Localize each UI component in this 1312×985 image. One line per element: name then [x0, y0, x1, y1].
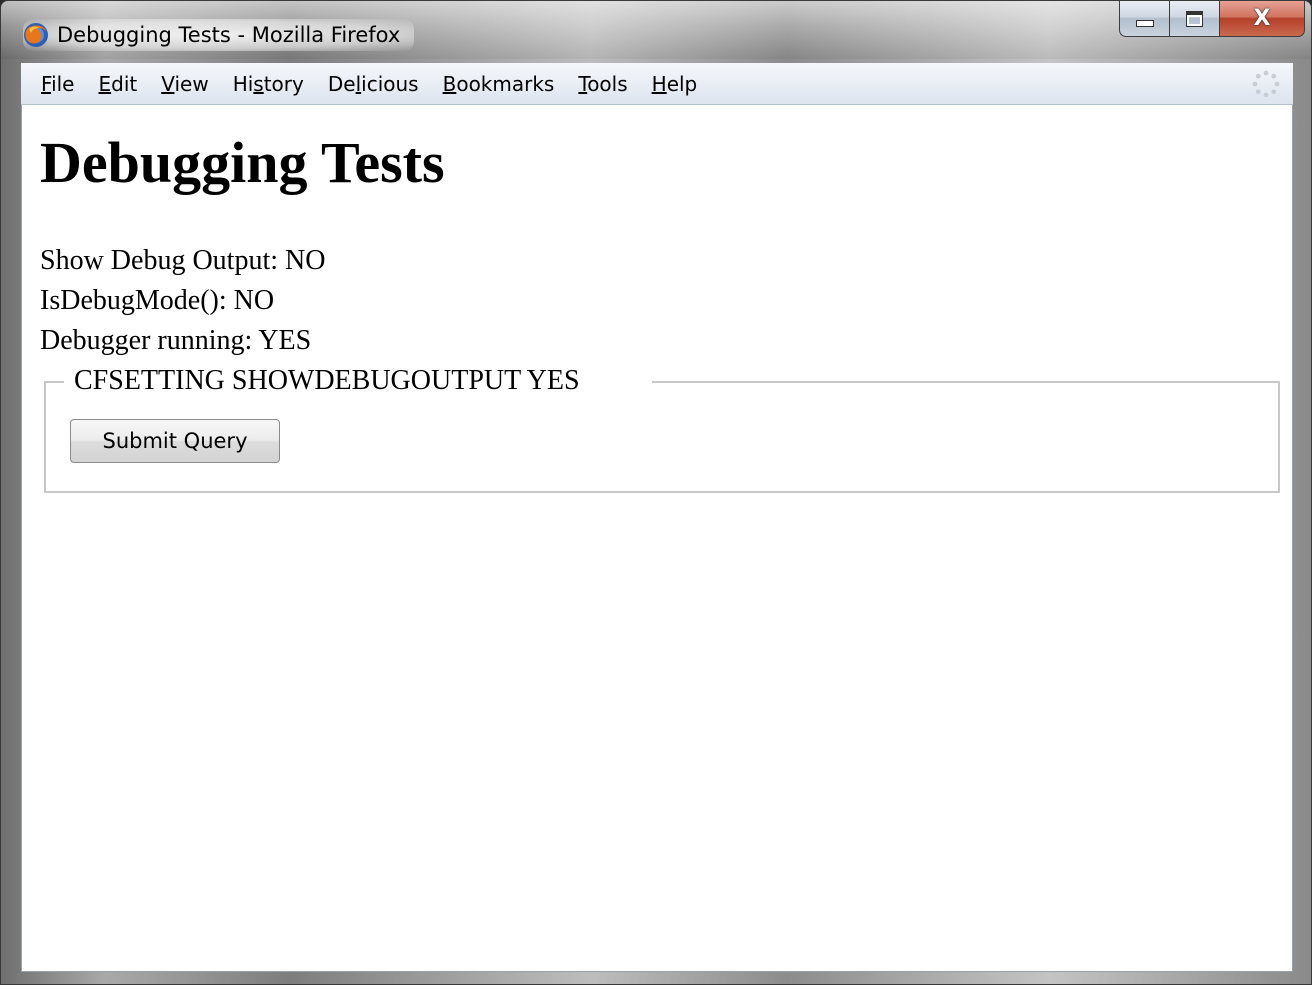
fieldset-legend: CFSETTING SHOWDEBUGOUTPUT YES — [72, 365, 582, 397]
close-icon: X — [1253, 5, 1271, 31]
cfsetting-fieldset: CFSETTING SHOWDEBUGOUTPUT YES Submit Que… — [44, 365, 1280, 493]
close-button[interactable]: X — [1219, 1, 1305, 37]
menu-help-label: elp — [666, 71, 698, 96]
menu-tools-accel: T — [578, 71, 588, 96]
browser-window: Debugging Tests - Mozilla Firefox X File… — [0, 0, 1312, 985]
show-debug-output-line: Show Debug Output: NO — [40, 245, 326, 276]
title-bar[interactable]: Debugging Tests - Mozilla Firefox X — [1, 1, 1311, 59]
firefox-icon[interactable] — [23, 22, 49, 48]
menu-view-accel: V — [161, 71, 175, 96]
page-content: Debugging Tests Show Debug Output: NO Is… — [21, 105, 1293, 972]
menu-delicious[interactable]: Delicious — [316, 72, 431, 96]
submit-query-button[interactable]: Submit Query — [70, 419, 280, 463]
menu-view[interactable]: View — [149, 72, 220, 96]
menu-file-accel: F — [41, 71, 52, 96]
menu-delicious-label: icious — [361, 71, 419, 96]
menu-view-label: iew — [174, 71, 209, 96]
maximize-button[interactable] — [1169, 1, 1219, 37]
menu-edit-label: dit — [111, 71, 138, 96]
menu-delicious-pre: De — [327, 71, 356, 96]
menu-history-pre: Hi — [232, 71, 254, 96]
maximize-icon — [1186, 10, 1203, 27]
menu-file[interactable]: File — [29, 72, 86, 96]
menu-file-label: ile — [51, 71, 75, 96]
minimize-icon — [1135, 20, 1154, 27]
minimize-button[interactable] — [1119, 1, 1169, 37]
window-title: Debugging Tests - Mozilla Firefox — [57, 23, 401, 47]
throbber-icon — [1252, 70, 1280, 98]
menu-help-accel: H — [651, 71, 667, 96]
debugger-running-line: Debugger running: YES — [40, 325, 312, 356]
menu-bar: File Edit View History Delicious Bookmar… — [21, 63, 1293, 105]
caption-buttons: X — [1119, 1, 1305, 41]
page-heading: Debugging Tests — [40, 130, 445, 195]
menu-edit[interactable]: Edit — [86, 72, 149, 96]
title-area: Debugging Tests - Mozilla Firefox — [23, 19, 415, 51]
menu-tools[interactable]: Tools — [566, 72, 639, 96]
menu-bookmarks-accel: B — [442, 71, 457, 96]
menu-edit-accel: E — [98, 71, 112, 96]
is-debug-mode-line: IsDebugMode(): NO — [40, 285, 275, 316]
menu-history-label: tory — [263, 71, 304, 96]
fieldset-border-left — [44, 381, 64, 383]
menu-history-accel: s — [253, 71, 264, 96]
fieldset-border-right — [652, 381, 1280, 383]
menu-history[interactable]: History — [221, 72, 316, 96]
menu-help[interactable]: Help — [640, 72, 710, 96]
menu-bookmarks[interactable]: Bookmarks — [431, 72, 567, 96]
menu-bookmarks-label: ookmarks — [456, 71, 555, 96]
menu-tools-label: ools — [587, 71, 628, 96]
